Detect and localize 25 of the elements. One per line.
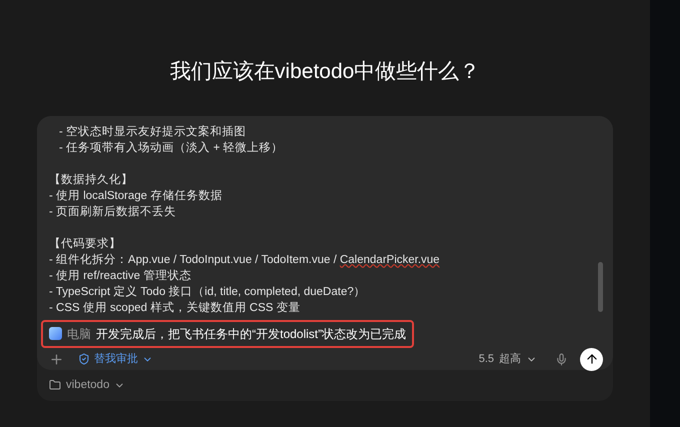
- prompt-line: - CSS 使用 scoped 样式，关键数值用 CSS 变量: [49, 300, 302, 316]
- microphone-icon[interactable]: [555, 352, 568, 366]
- prompt-line: - 使用 ref/reactive 管理状态: [49, 268, 192, 284]
- shield-icon: [78, 353, 90, 365]
- prompt-line: - 使用 localStorage 存储任务数据: [49, 188, 224, 204]
- send-button[interactable]: [580, 348, 603, 370]
- add-icon[interactable]: [49, 352, 64, 366]
- mention-message: 开发完成后，把飞书任务中的“开发todolist”状态改为已完成: [96, 326, 406, 342]
- section-title: 【数据持久化】: [49, 172, 134, 188]
- scrollbar[interactable]: [598, 262, 603, 312]
- prompt-line: - 空状态时显示友好提示文案和插图: [59, 124, 248, 140]
- section-title: 【代码要求】: [49, 236, 122, 252]
- model-dropdown[interactable]: 5.5 超高: [478, 350, 537, 368]
- computer-app-icon: [49, 327, 62, 340]
- page-heading: 我们应该在vibetodo中做些什么？: [170, 59, 480, 85]
- folder-icon: [49, 379, 61, 392]
- mention-label: 电脑: [67, 326, 91, 342]
- approval-dropdown[interactable]: 替我审批: [78, 350, 153, 368]
- prompt-line: - 任务项带有入场动画（淡入 + 轻微上移）: [59, 140, 284, 156]
- folder-dropdown[interactable]: vibetodo: [49, 376, 126, 394]
- prompt-line: - 组件化拆分：App.vue / TodoInput.vue / TodoItem.vue / CalendarPicker.vue: [49, 252, 441, 268]
- prompt-line: - TypeScript 定义 Todo 接口（id, title, completed, dueDate?）: [49, 284, 367, 300]
- prompt-line: - 页面刷新后数据不丢失: [49, 204, 178, 220]
- model-version: 5.5: [478, 352, 494, 367]
- effort-level: 超高: [499, 352, 521, 367]
